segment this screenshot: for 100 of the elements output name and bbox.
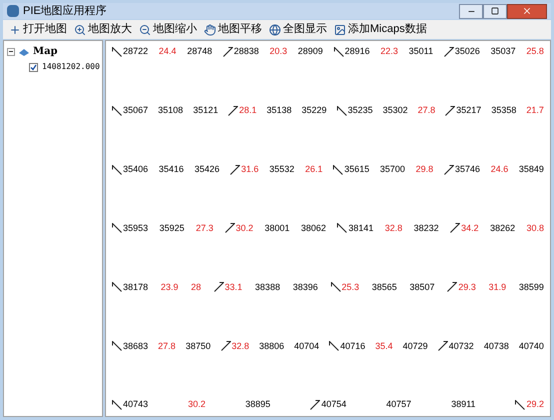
- temperature-label: 34.2: [461, 222, 479, 235]
- temperature-label: 25.3: [342, 280, 360, 294]
- station-label: 35953: [123, 222, 148, 235]
- picture-icon: [334, 24, 346, 36]
- wind-barb-icon: [224, 223, 235, 234]
- station-label: 35925: [159, 222, 184, 235]
- station-label: 35217: [456, 104, 482, 117]
- toolbar-button[interactable]: 地图平移: [202, 21, 264, 38]
- maximize-button[interactable]: [483, 4, 507, 18]
- expander-icon[interactable]: [7, 48, 15, 56]
- station-label: 35026: [454, 45, 480, 58]
- station-label: 38001: [264, 222, 290, 235]
- wind-barb-icon: [330, 282, 341, 292]
- station-label: 35532: [269, 162, 294, 176]
- temperature-label: 31.9: [488, 280, 506, 294]
- station-label: 38911: [451, 398, 476, 412]
- temperature-label: 32.8: [232, 340, 250, 353]
- station-label: 40716: [340, 340, 366, 353]
- station-label: 40743: [123, 398, 148, 412]
- station-label: 35302: [382, 104, 408, 117]
- wind-barb-icon: [112, 282, 122, 292]
- wind-barb-icon: [334, 46, 344, 57]
- wind-barb-icon: [336, 106, 347, 116]
- station-label: 35229: [302, 104, 327, 117]
- temperature-label: 23.9: [160, 280, 178, 294]
- wind-barb-icon: [515, 400, 526, 410]
- temperature-label: 21.7: [526, 104, 544, 117]
- tree-item[interactable]: Map: [33, 44, 58, 59]
- station-label: 35416: [158, 162, 184, 176]
- station-label: 38806: [259, 340, 284, 353]
- zoom-in-icon: [74, 24, 86, 36]
- station-label: 38750: [186, 340, 211, 353]
- temperature-label: 27.3: [196, 222, 214, 235]
- station-label: 35406: [123, 162, 148, 176]
- toolbar-button[interactable]: 打开地图: [7, 21, 69, 38]
- toolbar-button[interactable]: 地图放大: [72, 21, 134, 38]
- temperature-label: 27.8: [418, 104, 436, 117]
- station-label: 38062: [301, 222, 326, 235]
- wind-barb-icon: [112, 106, 122, 116]
- station-label: 38232: [414, 222, 439, 235]
- wind-barb-icon: [230, 164, 240, 175]
- layer-checkbox[interactable]: [29, 62, 38, 72]
- hand-icon: [204, 24, 216, 36]
- toolbar-button[interactable]: 全图显示: [267, 21, 329, 38]
- tree-item[interactable]: 14081202.000: [42, 61, 100, 73]
- wind-barb-icon: [447, 282, 458, 292]
- wind-barb-icon: [310, 400, 320, 410]
- station-label: 38507: [410, 280, 435, 294]
- wind-barb-icon: [438, 341, 448, 352]
- station-label: 40740: [518, 340, 544, 353]
- station-label: 35067: [123, 104, 148, 117]
- wind-barb-icon: [333, 164, 344, 175]
- station-label: 38262: [490, 222, 516, 235]
- wind-barb-icon: [444, 46, 454, 57]
- station-label: 35235: [348, 104, 373, 117]
- window-title: PIE地图应用程序: [23, 4, 107, 19]
- station-label: 38683: [123, 340, 148, 353]
- toolbar-button[interactable]: 添加Micaps数据: [332, 21, 429, 38]
- zoom-out-icon: [139, 24, 151, 36]
- close-icon: [522, 6, 532, 16]
- toolbar-button[interactable]: 地图缩小: [137, 21, 199, 38]
- wind-barb-icon: [450, 223, 460, 234]
- station-label: 35011: [408, 45, 434, 58]
- wind-barb-icon: [112, 400, 122, 410]
- temperature-label: 33.1: [224, 280, 242, 294]
- station-label: 28722: [123, 45, 148, 58]
- wind-barb-icon: [228, 106, 238, 116]
- temperature-label: 28.1: [239, 104, 257, 117]
- wind-barb-icon: [329, 341, 340, 352]
- wind-barb-icon: [337, 223, 348, 234]
- station-label: 38895: [245, 398, 270, 412]
- temperature-label: 27.8: [158, 340, 176, 353]
- plus-icon: [9, 24, 21, 36]
- wind-barb-icon: [444, 164, 454, 175]
- station-label: 40757: [386, 398, 412, 412]
- station-label: 38599: [518, 280, 544, 294]
- station-label: 28916: [344, 45, 370, 58]
- station-label: 38388: [255, 280, 280, 294]
- station-label: 40754: [321, 398, 346, 412]
- temperature-label: 24.6: [490, 162, 508, 176]
- temperature-label: 20.3: [270, 45, 288, 58]
- wind-barb-icon: [445, 106, 456, 116]
- station-label: 35138: [266, 104, 292, 117]
- station-label: 35121: [193, 104, 218, 117]
- temperature-label: 32.8: [384, 222, 402, 235]
- station-label: 28838: [234, 45, 259, 58]
- temperature-label: 28: [191, 280, 202, 294]
- station-label: 35700: [380, 162, 406, 176]
- globe-icon: [269, 24, 281, 36]
- close-button[interactable]: [507, 4, 547, 18]
- station-label: 40732: [448, 340, 474, 353]
- station-label: 38178: [123, 280, 148, 294]
- temperature-label: 25.8: [526, 45, 544, 58]
- wind-barb-icon: [214, 282, 224, 292]
- station-label: 28909: [298, 45, 323, 58]
- wind-barb-icon: [220, 341, 231, 352]
- station-label: 40704: [294, 340, 320, 353]
- temperature-label: 29.8: [416, 162, 434, 176]
- station-label: 35615: [344, 162, 370, 176]
- temperature-label: 24.4: [158, 45, 176, 58]
